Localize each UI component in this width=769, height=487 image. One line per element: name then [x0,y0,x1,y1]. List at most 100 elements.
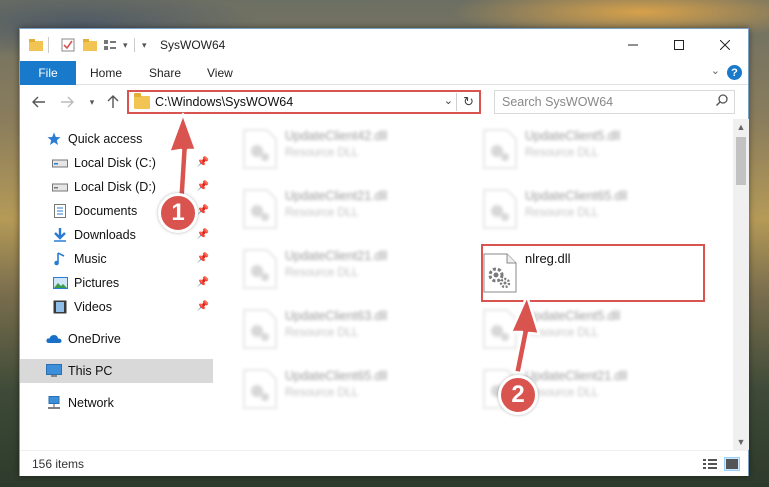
scroll-up-icon[interactable]: ▲ [733,119,749,135]
step-1-badge: 1 [158,193,198,233]
address-bar[interactable]: C:\Windows\SysWOW64 ⌄ ↻ [127,90,481,114]
sidebar-item-label: Music [74,252,107,266]
file-name: UpdateClient5.dll [525,309,621,323]
sidebar-item-pictures[interactable]: Pictures 📌 [20,271,213,295]
sidebar-item-music[interactable]: Music 📌 [20,247,213,271]
recent-locations-icon[interactable]: ▾ [83,93,101,111]
dll-file-icon [483,309,517,349]
sidebar-item-this-pc[interactable]: This PC [20,359,213,383]
file-type: Resource DLL [525,147,599,159]
file-list: UpdateClient42.dll Resource DLL UpdateCl… [217,119,733,450]
refresh-icon[interactable]: ↻ [463,94,474,110]
file-name: UpdateClient21.dll [285,249,388,263]
file-type: Resource DLL [285,267,359,279]
file-name: UpdateClient65.dll [525,189,628,203]
pin-icon[interactable]: 📌 [197,301,209,312]
file-item[interactable]: UpdateClient5.dll Resource DLL [475,303,705,355]
dll-file-icon [243,249,277,289]
tab-share[interactable]: Share [149,61,181,85]
file-name: UpdateClient5.dll [525,129,621,143]
address-path[interactable]: C:\Windows\SysWOW64 [155,95,293,109]
file-item[interactable]: UpdateClient21.dll Resource DLL [235,183,465,235]
computer-icon [46,363,62,379]
sidebar-item-local-disk-c[interactable]: Local Disk (C:) 📌 [20,151,213,175]
qa-dropdown-icon[interactable]: ▾ [123,37,128,53]
sidebar-item-onedrive[interactable]: OneDrive [20,327,213,351]
file-item[interactable]: UpdateClient5.dll Resource DLL [475,123,705,175]
file-item[interactable]: UpdateClient65.dll Resource DLL [475,183,705,235]
dll-file-icon [243,129,277,169]
dll-file-icon [483,189,517,229]
sidebar-item-quick-access[interactable]: Quick access [20,127,213,151]
title-bar: ▾ ▾ SysWOW64 [20,29,748,61]
back-button[interactable] [30,93,48,111]
music-note-icon [52,251,68,267]
pin-icon[interactable]: 📌 [197,277,209,288]
minimize-button[interactable] [610,29,656,60]
item-count: 156 items [32,457,85,471]
download-arrow-icon [52,227,68,243]
chevron-down-icon[interactable]: ▾ [142,37,147,53]
status-bar: 156 items [20,450,748,476]
step-2-badge: 2 [498,375,538,415]
navigation-pane: Quick access Local Disk (C:) 📌 Local Dis… [20,119,216,450]
sidebar-item-label: Videos [74,300,112,314]
dll-file-icon [243,189,277,229]
chevron-down-icon[interactable]: ⌄ [444,94,453,107]
sidebar-item-videos[interactable]: Videos 📌 [20,295,213,319]
cloud-icon [46,331,62,347]
drive-icon [52,179,68,195]
network-icon [46,395,62,411]
file-item[interactable]: UpdateClient42.dll Resource DLL [235,123,465,175]
dll-file-icon [483,129,517,169]
sidebar-item-label: Network [68,396,114,410]
tab-home[interactable]: Home [90,61,122,85]
file-type: Resource DLL [285,387,359,399]
large-icons-view-icon[interactable] [724,457,740,471]
details-view-icon[interactable] [702,457,718,471]
folder-icon [134,93,150,109]
sidebar-item-label: Local Disk (C:) [74,156,156,170]
tab-view[interactable]: View [207,61,233,85]
picture-icon [52,275,68,291]
up-button[interactable] [104,93,122,111]
file-type: Resource DLL [525,207,599,219]
sidebar-item-label: Quick access [68,132,143,146]
pin-icon[interactable]: 📌 [197,229,209,240]
sidebar-item-label: Documents [74,204,138,218]
navigation-bar: ▾ C:\Windows\SysWOW64 ⌄ ↻ Search SysWOW6… [20,85,748,119]
customize-toolbar-icon[interactable] [104,37,120,53]
expand-ribbon-icon[interactable]: ⌄ [711,64,720,77]
forward-button[interactable] [58,93,76,111]
properties-icon[interactable] [61,37,75,53]
pin-icon[interactable]: 📌 [197,205,209,216]
file-type: Resource DLL [285,147,359,159]
file-item[interactable]: UpdateClient63.dll Resource DLL [235,303,465,355]
dll-file-icon [243,309,277,349]
pin-icon[interactable]: 📌 [197,157,209,168]
dll-file-icon [243,369,277,409]
file-highlight [481,244,705,302]
pin-icon[interactable]: 📌 [197,253,209,264]
sidebar-item-label: Pictures [74,276,120,290]
scroll-down-icon[interactable]: ▼ [733,434,749,450]
pin-icon[interactable]: 📌 [197,181,209,192]
vertical-scrollbar[interactable]: ▲ ▼ [733,119,749,450]
sidebar-item-network[interactable]: Network [20,391,213,415]
new-folder-icon[interactable] [83,37,97,53]
file-explorer-window: ▾ ▾ SysWOW64 File Home Share View ⌄ ? ▾ [19,28,749,476]
file-name: UpdateClient21.dll [285,189,388,203]
file-item[interactable]: UpdateClient65.dll Resource DLL [235,363,465,415]
drive-icon [52,155,68,171]
search-input[interactable]: Search SysWOW64 [494,90,735,114]
folder-icon [29,37,43,53]
file-item[interactable]: UpdateClient21.dll Resource DLL [235,243,465,295]
scroll-thumb[interactable] [736,137,746,185]
file-name: UpdateClient65.dll [285,369,388,383]
maximize-button[interactable] [656,29,702,60]
help-icon[interactable]: ? [727,65,742,80]
tab-file[interactable]: File [20,61,76,85]
file-type: Resource DLL [285,327,359,339]
close-button[interactable] [702,29,748,60]
file-name: UpdateClient63.dll [285,309,388,323]
